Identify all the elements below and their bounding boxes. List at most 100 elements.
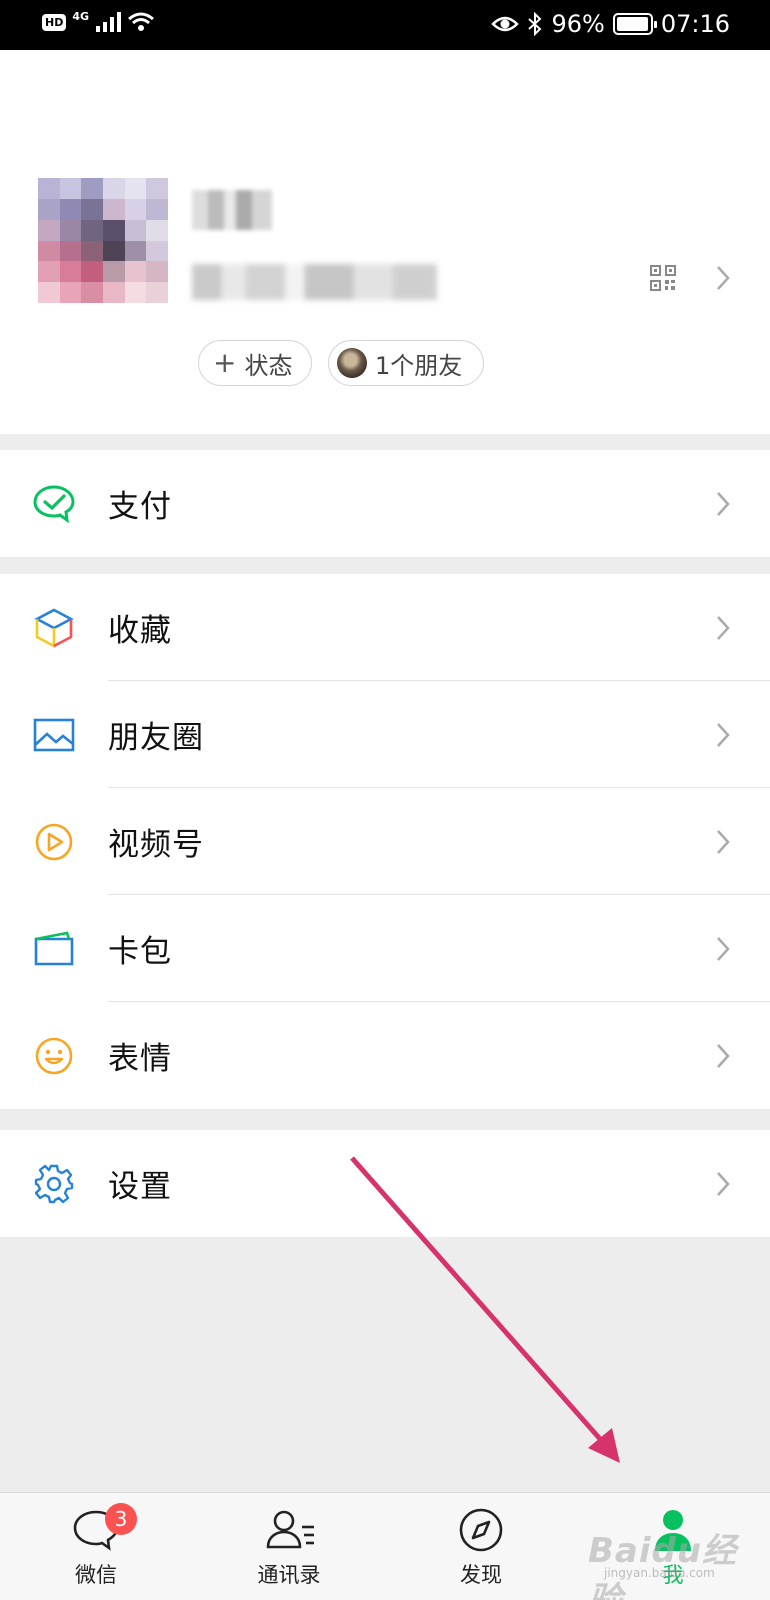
compass-icon (459, 1508, 503, 1552)
unread-badge: 3 (105, 1503, 137, 1535)
friend-avatar (337, 348, 367, 378)
tab-label-chats: 微信 (75, 1563, 117, 1587)
tab-label-discover: 发现 (460, 1563, 502, 1587)
avatar-pixel (59, 261, 82, 283)
signal-icon (96, 12, 122, 32)
avatar-pixel (81, 282, 103, 303)
avatar-pixel (124, 178, 147, 199)
avatar-pixel (38, 240, 60, 262)
menu-item-settings[interactable]: 设置 (0, 1130, 770, 1237)
watermark: Baidu经验 (588, 1531, 738, 1600)
avatar-pixel (146, 219, 168, 241)
card-icon (32, 927, 76, 971)
avatar-pixel (102, 240, 125, 262)
chevron-right-icon[interactable] (716, 265, 730, 291)
bluetooth-icon (528, 12, 542, 36)
plus-icon: + (213, 346, 237, 379)
clock: 07:16 (660, 10, 730, 38)
avatar-pixel (81, 198, 103, 220)
battery-icon (612, 13, 657, 35)
avatar-pixel (146, 282, 168, 303)
avatar-pixel (59, 198, 82, 220)
tab-contacts[interactable]: 通讯录 (229, 1493, 349, 1600)
avatar-pixel (38, 198, 60, 220)
tab-discover[interactable]: 发现 (421, 1493, 541, 1600)
avatar-pixel (59, 219, 82, 241)
menu-item-moments[interactable]: 朋友圈 (0, 681, 770, 788)
avatar-pixel (102, 219, 125, 241)
avatar-pixel (102, 178, 125, 199)
contacts-icon (266, 1510, 314, 1549)
avatar-pixel (102, 198, 125, 220)
avatar-pixel (81, 219, 103, 241)
image-icon (32, 713, 76, 757)
avatar-pixel (81, 261, 103, 283)
menu-item-cards[interactable]: 卡包 (0, 895, 770, 1002)
settings-section: 设置 (0, 1130, 770, 1237)
menu-label-pay: 支付 (108, 489, 172, 525)
avatar-pixel (102, 261, 125, 283)
avatar-pixel (59, 282, 82, 303)
avatar-pixel (38, 219, 60, 241)
wifi-icon (128, 12, 154, 31)
avatar-pixel (59, 178, 82, 199)
tab-label-contacts: 通讯录 (257, 1563, 321, 1587)
battery-percent: 96% (551, 10, 605, 38)
menu-item-pay[interactable]: 支付 (0, 450, 770, 557)
hd-badge: HD (42, 13, 67, 31)
avatar-pixel (124, 261, 147, 283)
chevron-right-icon (717, 1171, 730, 1196)
friends-count-label: 1个朋友 (375, 351, 463, 380)
menu-label-stickers: 表情 (108, 1041, 172, 1077)
status-button[interactable]: + 状态 (198, 340, 312, 386)
menu-label-channels: 视频号 (108, 827, 204, 863)
avatar-pixel (59, 240, 82, 262)
avatar-pixel (146, 240, 168, 262)
nickname-redacted (192, 190, 272, 230)
avatar-pixel (146, 178, 168, 199)
qr-code-icon[interactable] (650, 265, 676, 291)
status-bar: HD 4G 96% 07:16 (0, 0, 770, 50)
menu-label-settings: 设置 (108, 1169, 172, 1205)
cube-icon (32, 606, 76, 650)
chevron-right-icon (717, 829, 730, 854)
avatar-pixel (38, 282, 60, 303)
gear-icon (32, 1162, 76, 1206)
wechat-pay-icon (32, 482, 76, 526)
play-circle-icon (32, 820, 76, 864)
network-type: 4G (72, 9, 90, 23)
menu-item-channels[interactable]: 视频号 (0, 788, 770, 895)
avatar-pixel (146, 198, 168, 220)
menu-label-favorites: 收藏 (108, 613, 172, 649)
smiley-icon (32, 1034, 76, 1078)
avatar-pixel (81, 178, 103, 199)
main-menu-section: 收藏 朋友圈 视频号 卡包 表情 (0, 574, 770, 1109)
menu-label-cards: 卡包 (108, 934, 172, 970)
avatar-pixel (124, 240, 147, 262)
wechat-id-redacted (192, 264, 437, 300)
tab-chats[interactable]: 3 微信 (36, 1493, 156, 1600)
chevron-right-icon (717, 491, 730, 516)
eye-icon (491, 16, 520, 32)
avatar-pixel (102, 282, 125, 303)
avatar[interactable] (38, 178, 168, 303)
profile-header[interactable]: + 状态 1个朋友 (0, 50, 770, 434)
avatar-pixel (38, 261, 60, 283)
avatar-pixel (146, 261, 168, 283)
avatar-pixel (124, 198, 147, 220)
chevron-right-icon (717, 722, 730, 747)
pay-section: 支付 (0, 450, 770, 557)
chevron-right-icon (717, 936, 730, 961)
status-label: 状态 (244, 351, 293, 380)
chevron-right-icon (717, 1043, 730, 1068)
chevron-right-icon (717, 615, 730, 640)
menu-item-favorites[interactable]: 收藏 (0, 574, 770, 681)
friends-status-button[interactable]: 1个朋友 (328, 340, 484, 386)
watermark-url: jingyan.baidu.com (604, 1566, 715, 1580)
avatar-pixel (38, 178, 60, 199)
avatar-pixel (124, 282, 147, 303)
avatar-pixel (124, 219, 147, 241)
menu-label-moments: 朋友圈 (108, 720, 204, 756)
avatar-pixel (81, 240, 103, 262)
menu-item-stickers[interactable]: 表情 (0, 1002, 770, 1109)
